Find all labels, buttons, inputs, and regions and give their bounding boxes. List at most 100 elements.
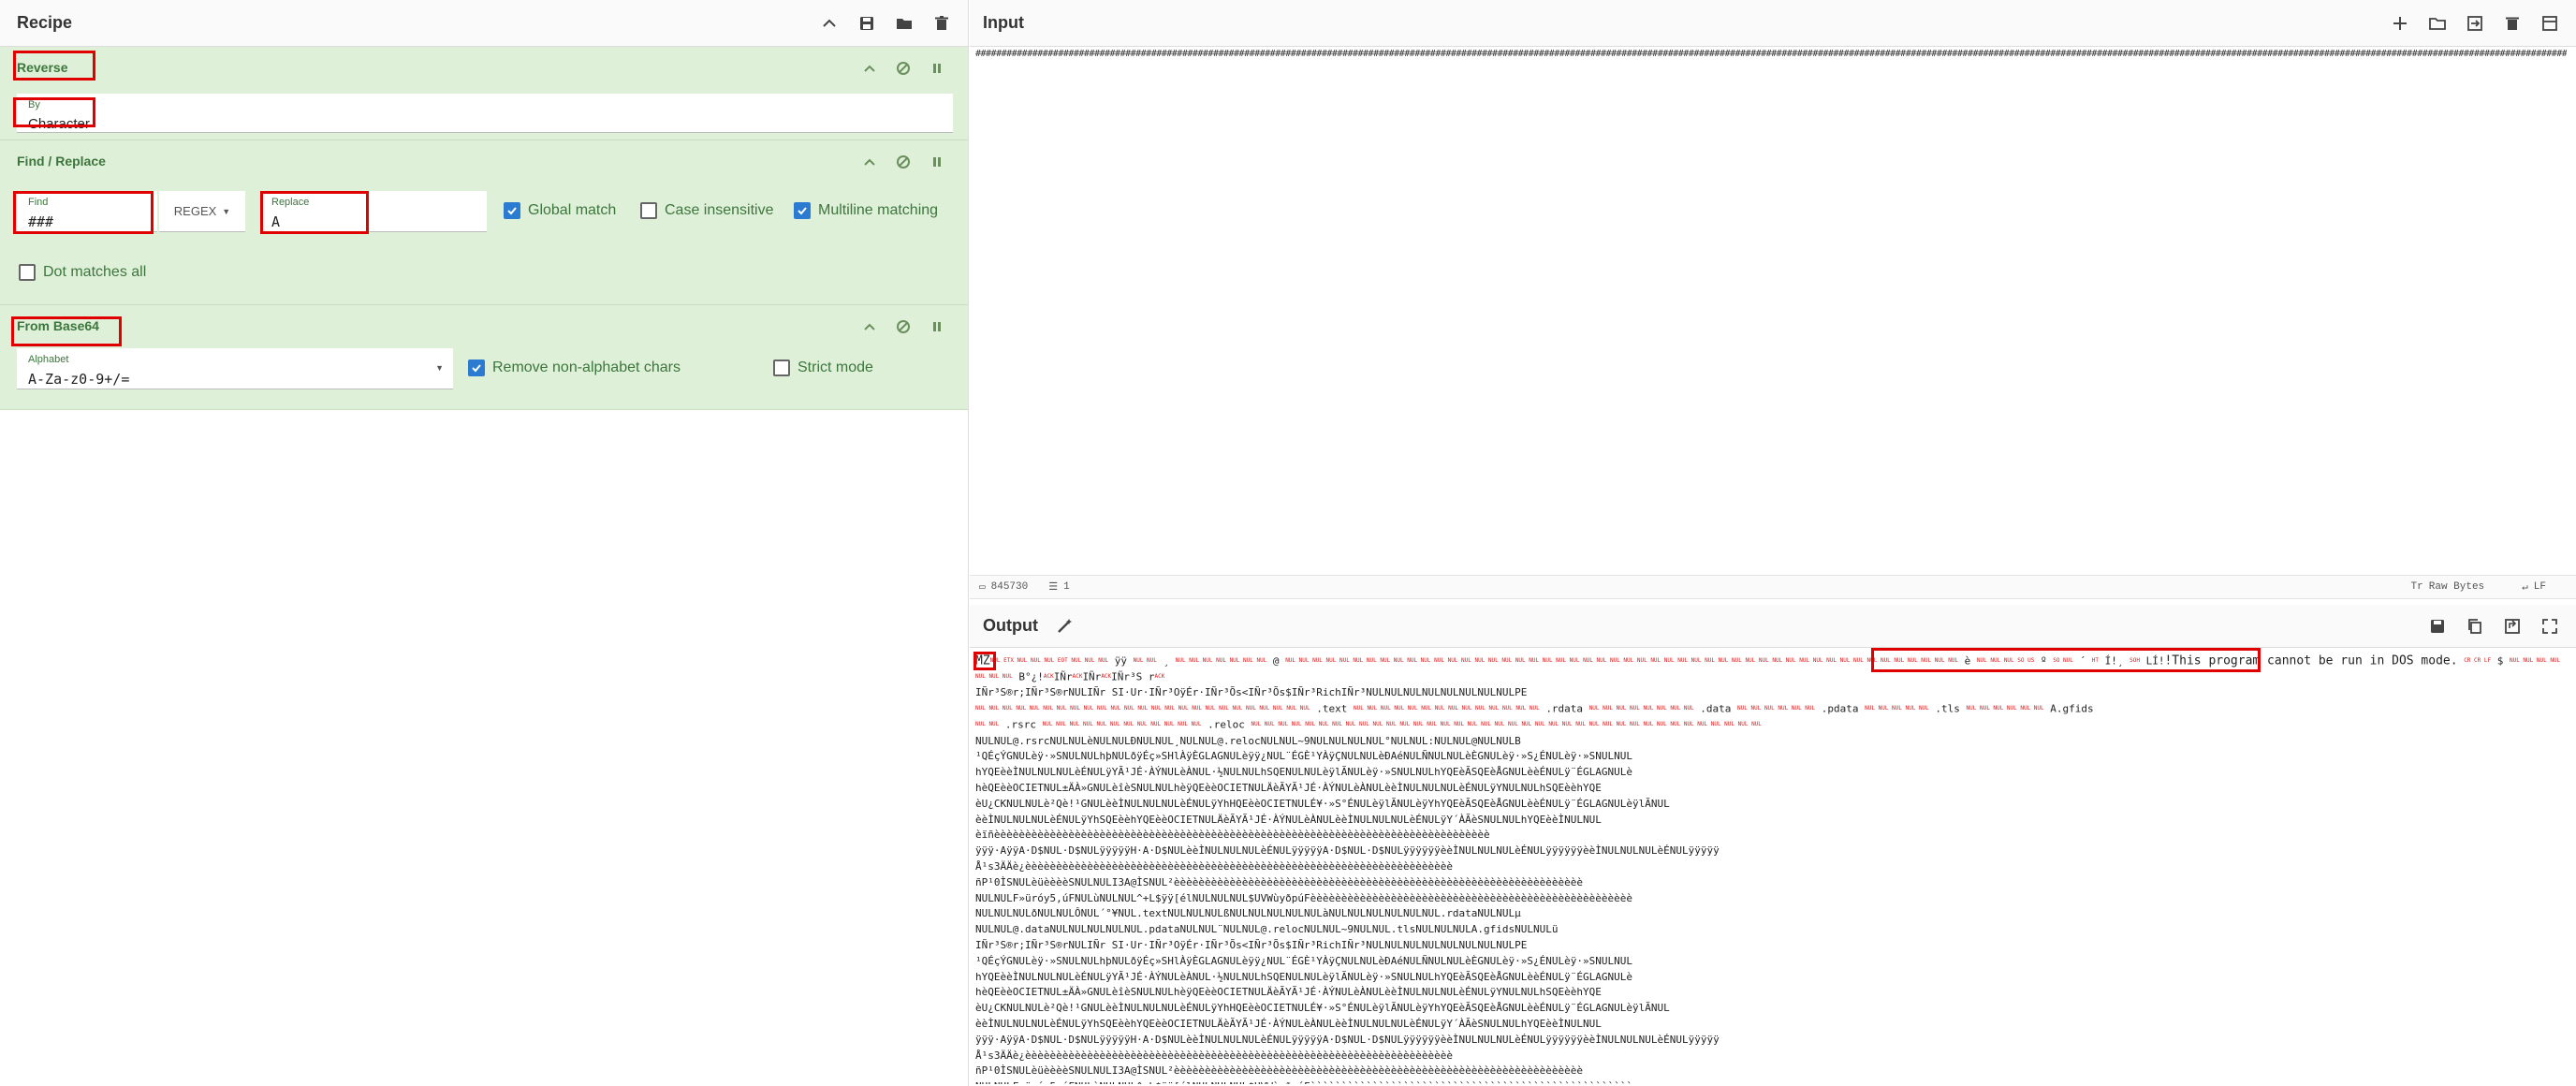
- operation-reverse[interactable]: Reverse By Character: [0, 47, 968, 140]
- output-line: NULNULF»üróy5,úFNULùNULNUL^+L$ÿÿ[élNULNU…: [975, 1079, 2567, 1084]
- input-textarea[interactable]: ########################################…: [975, 49, 2567, 573]
- checkbox-unchecked-icon: [773, 360, 790, 376]
- folder-icon[interactable]: [891, 10, 917, 37]
- output-textarea[interactable]: MZNUL ETX NUL NUL NUL EOT NUL NUL NUL ÿÿ…: [975, 653, 2567, 1084]
- char-count: ▭ 845730: [979, 580, 1028, 594]
- output-line: Å¹s3ÄÄè¿èèèèèèèèèèèèèèèèèèèèèèèèèèèèèèèè…: [975, 859, 2567, 875]
- output-line: hèQEèèOCIETNUL±ÄÀ»GNULèîèSNULNULhèÿQEèèO…: [975, 985, 2567, 1001]
- find-mode-value: REGEX: [174, 204, 217, 218]
- global-match-checkbox[interactable]: Global match: [504, 202, 616, 219]
- pause-icon[interactable]: [927, 152, 947, 172]
- input-header: Input: [970, 0, 2576, 47]
- find-field[interactable]: Find ###: [17, 191, 157, 232]
- operation-from-base64[interactable]: From Base64 Alphabet A-Za-z0-9+/= ▼ Remo…: [0, 305, 968, 410]
- remove-non-alphabet-checkbox[interactable]: Remove non-alphabet chars: [468, 360, 681, 376]
- find-mode-select[interactable]: REGEX ▼: [159, 191, 245, 232]
- replace-input-icon[interactable]: [2499, 613, 2525, 639]
- save-icon[interactable]: [2424, 613, 2451, 639]
- line-ending-label: LF: [2534, 581, 2546, 593]
- disable-icon[interactable]: [893, 316, 914, 337]
- layout-icon[interactable]: [2537, 10, 2563, 37]
- output-header: Output: [970, 605, 2576, 648]
- checkbox-unchecked-icon: [640, 202, 657, 219]
- input-status-bar: ▭ 845730 ☰ 1 Tr Raw Bytes ↵ LF: [970, 575, 2576, 599]
- output-line: hYQEèèÌNULNULNULèÉNULÿYÃ¹JÉ·ÀÝNULèÀNUL·½…: [975, 970, 2567, 986]
- operation-title: From Base64: [17, 318, 99, 333]
- output-mz: MZ: [975, 653, 990, 668]
- replace-value: A: [271, 213, 280, 230]
- replace-field[interactable]: Replace A: [260, 191, 487, 232]
- operation-find-replace[interactable]: Find / Replace Find ### REGEX ▼ Replace …: [0, 140, 968, 305]
- lines-icon: ☰: [1048, 580, 1058, 594]
- alphabet-value: A-Za-z0-9+/=: [28, 371, 129, 388]
- case-insensitive-checkbox[interactable]: Case insensitive: [640, 202, 774, 219]
- section-name: .rdata: [1545, 703, 1583, 715]
- char-count-value: 845730: [991, 581, 1029, 593]
- length-icon: ▭: [979, 580, 986, 594]
- output-line: hèQEèèOCIETNUL±ÄÀ»GNULèîèSNULNULhèÿQEèèO…: [975, 781, 2567, 797]
- input-header-icons: [2387, 10, 2563, 37]
- section-name: .text: [1316, 703, 1347, 715]
- chevron-up-icon[interactable]: [816, 10, 842, 37]
- save-icon[interactable]: [854, 10, 880, 37]
- output-line: IÑr³S®r;IÑr³S®rNULIÑr SI·Ur·IÑr³OÿÉr·IÑr…: [975, 685, 2567, 701]
- by-field[interactable]: By Character: [17, 94, 953, 133]
- plus-icon[interactable]: [2387, 10, 2413, 37]
- disable-icon[interactable]: [893, 58, 914, 79]
- section-name: A.gfids: [2050, 703, 2093, 715]
- output-line: ÿÿÿ·AÿÿA·D$NUL·D$NULÿÿÿÿÿH·A·D$NULèèÌNUL…: [975, 1033, 2567, 1049]
- strict-mode-checkbox[interactable]: Strict mode: [773, 360, 873, 376]
- section-name: .pdata: [1822, 703, 1859, 715]
- output-line: èU¿CKNULNULè²Qè!¹GNULèèÌNULNULNULèÉNULÿY…: [975, 1001, 2567, 1017]
- magic-wand-icon[interactable]: [1051, 613, 1077, 639]
- alphabet-select[interactable]: Alphabet A-Za-z0-9+/= ▼: [17, 348, 453, 389]
- fullscreen-icon[interactable]: [2537, 613, 2563, 639]
- recipe-title: Recipe: [17, 13, 72, 33]
- trash-icon[interactable]: [2499, 10, 2525, 37]
- pause-icon[interactable]: [927, 316, 947, 337]
- chevron-up-icon[interactable]: [859, 58, 880, 79]
- output-line: Å¹s3ÄÄè¿èèèèèèèèèèèèèèèèèèèèèèèèèèèèèèèè…: [975, 1049, 2567, 1064]
- chevron-up-icon[interactable]: [859, 316, 880, 337]
- operation-title: Reverse: [17, 60, 68, 75]
- dot-matches-all-checkbox[interactable]: Dot matches all: [19, 264, 146, 281]
- output-line: èU¿CKNULNULè²Qè!¹GNULèèÌNULNULNULèÉNULÿY…: [975, 797, 2567, 813]
- strict-mode-label: Strict mode: [798, 360, 873, 376]
- line-count: ☰ 1: [1048, 580, 1069, 594]
- import-icon[interactable]: [2462, 10, 2488, 37]
- by-value: Character: [28, 116, 90, 132]
- alphabet-label: Alphabet: [28, 354, 68, 365]
- output-line: ¹QÉçÝGNULèÿ·»SNULNULhþNULðÿÉç»SHlÀÿÈGLAG…: [975, 749, 2567, 765]
- raw-bytes-toggle[interactable]: Tr Raw Bytes: [2411, 580, 2485, 594]
- output-line: ¹QÉçÝGNULèÿ·»SNULNULhþNULðÿÉç»SHlÀÿÈGLAG…: [975, 954, 2567, 970]
- recipe-header-icons: [816, 10, 955, 37]
- remove-non-alphabet-label: Remove non-alphabet chars: [492, 360, 681, 376]
- section-name: .reloc: [1208, 719, 1245, 731]
- by-label: By: [28, 99, 40, 110]
- output-line: ñP¹0ÌSNULèüèèèèSNULNULI3A@ÌSNUL²èèèèèèèè…: [975, 875, 2567, 891]
- line-ending-toggle[interactable]: ↵ LF: [2522, 580, 2546, 594]
- output-line: ñP¹0ÌSNULèüèèèèSNULNULI3A@ÌSNUL²èèèèèèèè…: [975, 1064, 2567, 1079]
- case-insensitive-label: Case insensitive: [665, 202, 774, 219]
- dos-mode-message: !This program cannot be run in DOS mode.: [2164, 653, 2457, 668]
- raw-bytes-label: Raw Bytes: [2429, 581, 2484, 593]
- chevron-up-icon[interactable]: [859, 152, 880, 172]
- trash-icon[interactable]: [929, 10, 955, 37]
- multiline-matching-checkbox[interactable]: Multiline matching: [794, 202, 938, 219]
- multiline-matching-label: Multiline matching: [818, 202, 938, 219]
- output-line: NUL NUL .rsrc NUL NUL NUL NUL NUL NUL NU…: [975, 717, 2567, 733]
- replace-label: Replace: [271, 197, 309, 208]
- output-line: NUL NUL NUL NUL NUL NUL NUL NUL NUL NUL …: [975, 701, 2567, 717]
- copy-icon[interactable]: [2462, 613, 2488, 639]
- checkbox-checked-icon: [468, 360, 485, 376]
- output-line: hYQEèèÌNULNULNULèÉNULÿYÃ¹JÉ·ÀÝNULèÀNUL·½…: [975, 765, 2567, 781]
- operation-title: Find / Replace: [17, 154, 106, 169]
- find-label: Find: [28, 197, 48, 208]
- disable-icon[interactable]: [893, 152, 914, 172]
- output-line: NULNULF»üróy5,úFNULùNULNUL^+L$ÿÿ[élNULNU…: [975, 891, 2567, 907]
- pause-icon[interactable]: [927, 58, 947, 79]
- folder-open-icon[interactable]: [2424, 10, 2451, 37]
- output-title: Output: [983, 616, 1038, 636]
- text-encoding-icon: Tr: [2411, 581, 2423, 593]
- recipe-header: Recipe: [0, 0, 968, 47]
